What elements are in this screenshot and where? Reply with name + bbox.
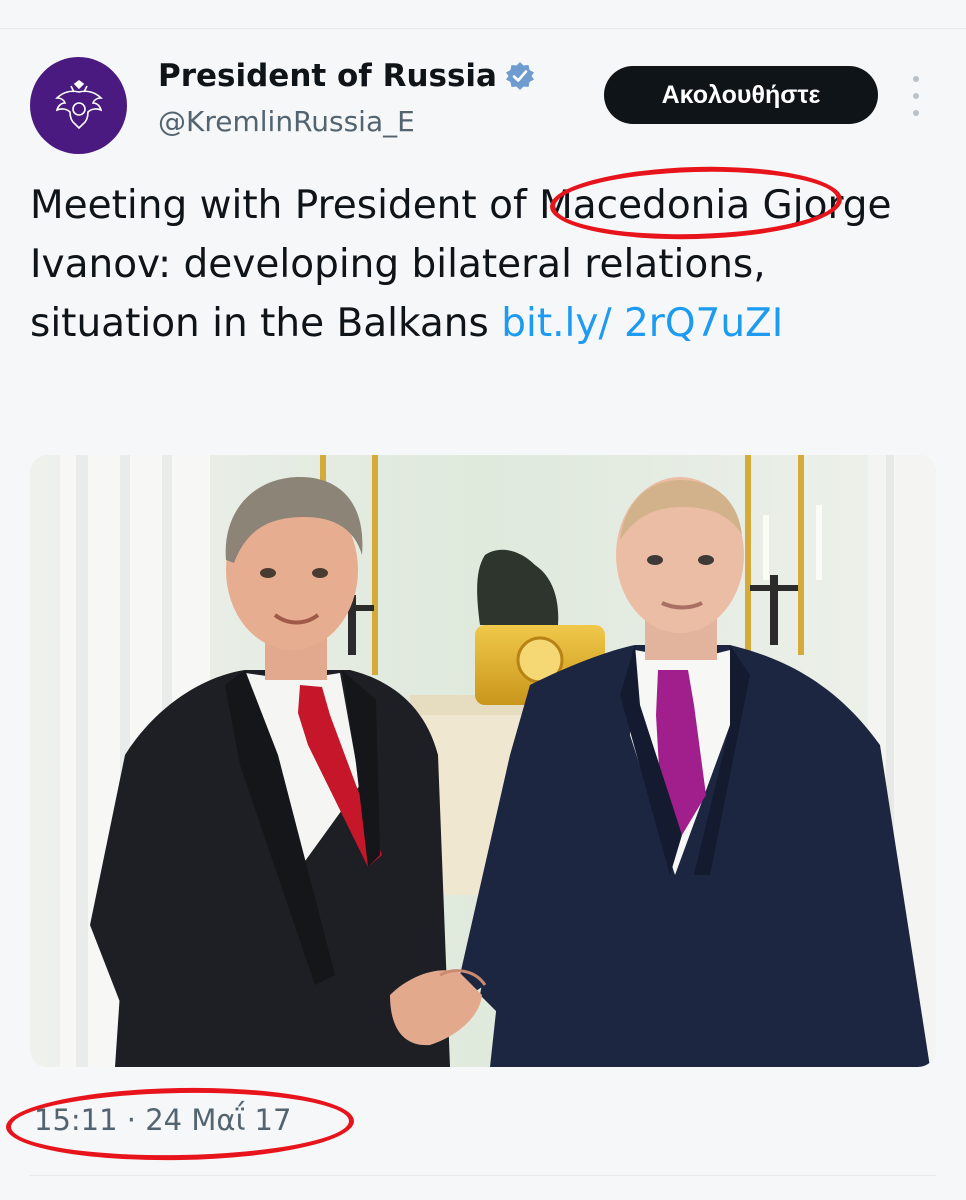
verified-badge-icon [505,62,534,90]
tweet-text: Meeting with President of Macedonia Gjor… [30,176,930,353]
display-name-row[interactable]: President of Russia [158,58,535,94]
russian-coat-of-arms-icon [54,79,103,129]
bottom-divider [30,1175,936,1176]
tweet-link[interactable]: bit.ly/ 2rQ7uZI [501,301,783,346]
handle[interactable]: @KremlinRussia_E [158,105,415,138]
display-name[interactable]: President of Russia [158,58,497,94]
follow-button[interactable]: Ακολουθήστε [604,66,878,124]
more-vertical-icon[interactable] [906,76,926,116]
tweet-timestamp[interactable]: 15:11 · 24 Μαΐ 17 [34,1103,291,1137]
tweet-photo[interactable] [30,455,936,1067]
top-divider [0,28,966,29]
avatar[interactable] [30,57,127,154]
